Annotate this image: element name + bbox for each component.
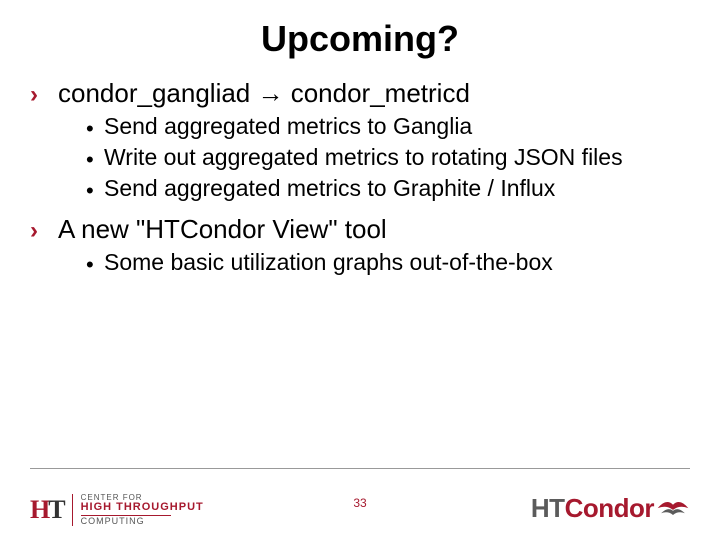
bullet-label: condor_gangliad → condor_metricd bbox=[58, 78, 470, 109]
dot-icon: • bbox=[86, 149, 104, 171]
ht-mark-t: T bbox=[48, 495, 63, 524]
sub-bullet: • Send aggregated metrics to Graphite / … bbox=[86, 173, 690, 204]
chtc-text: CENTER FOR HIGH THROUGHPUT COMPUTING bbox=[72, 494, 204, 526]
sub-bullet: • Write out aggregated metrics to rotati… bbox=[86, 142, 690, 173]
condor-bird-icon bbox=[656, 494, 690, 524]
htcondor-logo: HTCondor bbox=[531, 493, 690, 524]
footer: 33 HT CENTER FOR HIGH THROUGHPUT COMPUTI… bbox=[0, 468, 720, 540]
chtc-line3: COMPUTING bbox=[81, 517, 204, 526]
sub-list-2: • Some basic utilization graphs out-of-t… bbox=[30, 247, 690, 278]
chtc-logo: HT CENTER FOR HIGH THROUGHPUT COMPUTING bbox=[30, 494, 204, 526]
bullet-item-1: › condor_gangliad → condor_metricd bbox=[30, 78, 690, 109]
ht-mark-h: H bbox=[30, 495, 48, 524]
slide-title: Upcoming? bbox=[0, 0, 720, 60]
chevron-icon: › bbox=[30, 217, 58, 245]
content-area: › condor_gangliad → condor_metricd • Sen… bbox=[0, 60, 720, 278]
sub-bullet-text: Some basic utilization graphs out-of-the… bbox=[104, 247, 553, 278]
htcondor-ht: HT bbox=[531, 493, 565, 523]
htcondor-wordmark: HTCondor bbox=[531, 493, 654, 524]
bullet-label: A new "HTCondor View" tool bbox=[58, 214, 387, 245]
sub-bullet-text: Write out aggregated metrics to rotating… bbox=[104, 142, 623, 173]
chevron-icon: › bbox=[30, 81, 58, 109]
bullet-item-2: › A new "HTCondor View" tool bbox=[30, 214, 690, 245]
chtc-line2: HIGH THROUGHPUT bbox=[81, 502, 204, 514]
sub-bullet: • Send aggregated metrics to Ganglia bbox=[86, 111, 690, 142]
sub-bullet-text: Send aggregated metrics to Ganglia bbox=[104, 111, 472, 142]
slide: Upcoming? › condor_gangliad → condor_met… bbox=[0, 0, 720, 540]
ht-mark-icon: HT bbox=[30, 495, 64, 525]
dot-icon: • bbox=[86, 254, 104, 276]
footer-rule bbox=[30, 468, 690, 469]
sub-bullet-text: Send aggregated metrics to Graphite / In… bbox=[104, 173, 555, 204]
htcondor-condor: Condor bbox=[565, 493, 654, 523]
dot-icon: • bbox=[86, 118, 104, 140]
dot-icon: • bbox=[86, 180, 104, 202]
sub-list-1: • Send aggregated metrics to Ganglia • W… bbox=[30, 111, 690, 204]
sub-bullet: • Some basic utilization graphs out-of-t… bbox=[86, 247, 690, 278]
